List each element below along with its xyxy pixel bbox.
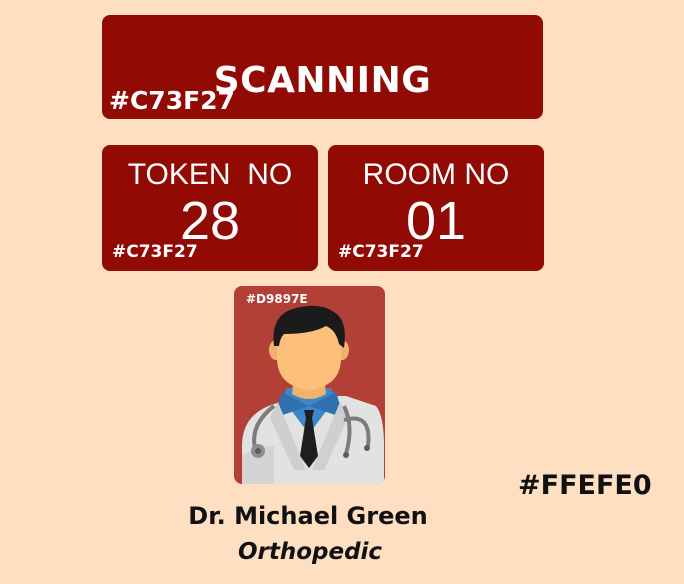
token-number-card: TOKEN NO 28 #C73F27	[102, 145, 318, 271]
room-number-card: ROOM NO 01 #C73F27	[328, 145, 544, 271]
avatar-card-color-note: #D9897E	[246, 292, 308, 306]
token-label: TOKEN NO	[127, 158, 293, 191]
doctor-name: Dr. Michael Green	[188, 502, 428, 530]
doctor-avatar-card: #D9897E	[234, 286, 385, 484]
token-color-note: #C73F27	[112, 242, 198, 262]
background-color-note: #FFEFE0	[518, 470, 652, 501]
doctor-specialty: Orthopedic	[237, 539, 383, 565]
room-color-note: #C73F27	[338, 242, 424, 262]
room-label: ROOM NO	[362, 158, 510, 191]
doctor-avatar-icon	[242, 305, 384, 484]
status-color-note: #C73F27	[109, 86, 235, 115]
scanning-status-panel: SCANNING #C73F27	[102, 15, 543, 119]
